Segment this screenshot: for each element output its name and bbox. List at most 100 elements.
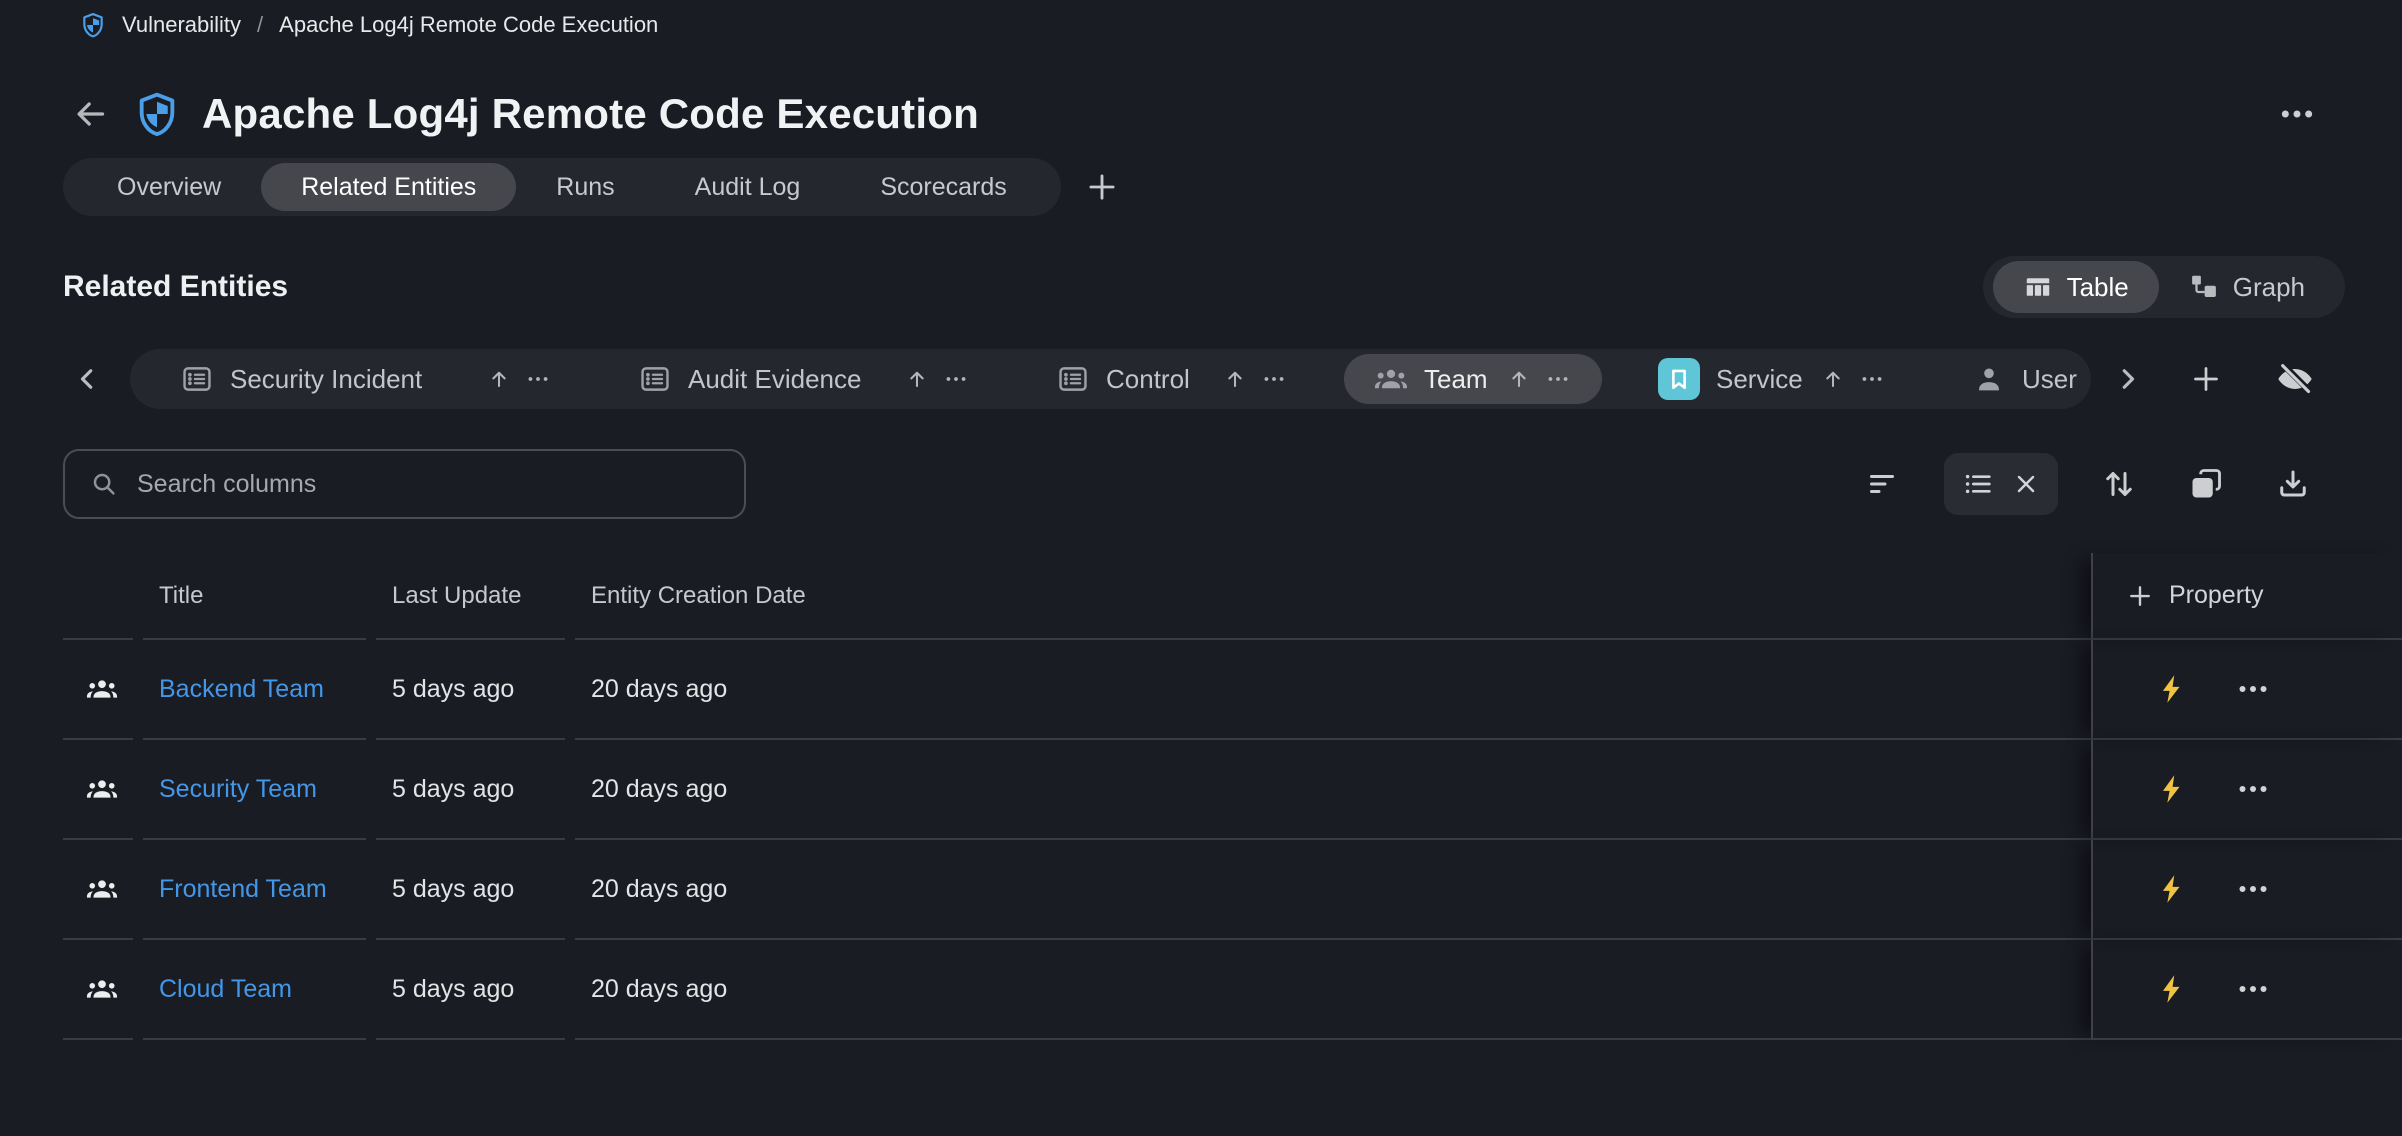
entity-link[interactable]: Cloud Team [159, 975, 292, 1004]
view-settings-control[interactable] [1944, 453, 2058, 515]
tab-label: Runs [556, 173, 614, 202]
bolt-icon[interactable] [2155, 872, 2189, 906]
entity-creation-date-value: 20 days ago [575, 940, 2091, 1040]
table-icon [2023, 272, 2053, 302]
entity-tab-control[interactable]: Control [1026, 354, 1318, 404]
groups-icon [86, 773, 118, 805]
related-entities-table: Title Last Update Entity Creation Date P… [0, 553, 2402, 1040]
breadcrumb-current[interactable]: Apache Log4j Remote Code Execution [279, 12, 658, 38]
ellipsis-icon[interactable] [1260, 365, 1288, 393]
ellipsis-icon[interactable] [1544, 365, 1572, 393]
ellipsis-icon[interactable] [1858, 365, 1886, 393]
graph-icon [2189, 272, 2219, 302]
entity-details-page: Vulnerability / Apache Log4j Remote Code… [0, 0, 2402, 1136]
tab-audit-log[interactable]: Audit Log [655, 163, 841, 211]
last-update-value: 5 days ago [376, 640, 565, 740]
tab-runs[interactable]: Runs [516, 163, 654, 211]
row-actions-cell [2091, 840, 2402, 940]
icon-column-header [63, 553, 133, 640]
groups-icon [86, 973, 118, 1005]
breadcrumb-parent[interactable]: Vulnerability [122, 12, 241, 38]
row-menu-kebab-icon[interactable] [2235, 771, 2271, 807]
entity-creation-date-value: 20 days ago [575, 640, 2091, 740]
view-toggle-table[interactable]: Table [1993, 261, 2159, 313]
arrow-up-icon[interactable] [1820, 366, 1846, 392]
sort-arrows-icon[interactable] [2101, 466, 2137, 502]
page-tabs: Overview Related Entities Runs Audit Log… [63, 158, 1121, 216]
arrow-up-icon[interactable] [1222, 366, 1248, 392]
column-header-title[interactable]: Title [143, 553, 366, 640]
add-property-button[interactable]: Property [2091, 553, 2402, 640]
person-icon [1972, 362, 2006, 396]
search-columns-input[interactable] [135, 469, 720, 500]
entity-link[interactable]: Backend Team [159, 675, 324, 704]
arrow-up-icon[interactable] [904, 366, 930, 392]
tab-label: Audit Log [695, 173, 801, 202]
entity-tab-label: User [2022, 364, 2077, 395]
table-row: Frontend Team 5 days ago 20 days ago [0, 840, 2402, 940]
eye-off-icon[interactable] [2275, 359, 2315, 399]
breadcrumb: Vulnerability / Apache Log4j Remote Code… [80, 12, 658, 38]
tab-scorecards[interactable]: Scorecards [840, 163, 1046, 211]
back-arrow-icon[interactable] [70, 94, 110, 134]
column-header-last-update[interactable]: Last Update [376, 553, 565, 640]
view-toggle: Table Graph [1983, 256, 2345, 318]
entity-creation-date-value: 20 days ago [575, 740, 2091, 840]
last-update-value: 5 days ago [376, 940, 565, 1040]
shield-icon [134, 91, 180, 137]
close-icon[interactable] [2012, 470, 2040, 498]
row-menu-kebab-icon[interactable] [2235, 671, 2271, 707]
entity-tab-label: Audit Evidence [688, 364, 888, 395]
page-menu-kebab-icon[interactable] [2277, 94, 2317, 134]
copy-icon[interactable] [2188, 466, 2224, 502]
view-toggle-label: Graph [2233, 272, 2305, 303]
entity-link[interactable]: Security Team [159, 775, 317, 804]
bolt-icon[interactable] [2155, 772, 2189, 806]
arrow-up-icon[interactable] [1506, 366, 1532, 392]
entity-tab-team[interactable]: Team [1344, 354, 1602, 404]
tab-related-entities[interactable]: Related Entities [261, 163, 516, 211]
list-alt-icon [638, 362, 672, 396]
search-columns-box[interactable] [63, 449, 746, 519]
entity-tab-label: Service [1716, 364, 1804, 395]
shield-icon [80, 12, 106, 38]
arrow-up-icon[interactable] [486, 366, 512, 392]
list-icon[interactable] [1962, 468, 1994, 500]
plus-icon [2125, 581, 2155, 611]
entity-creation-date-value: 20 days ago [575, 840, 2091, 940]
view-toggle-label: Table [2067, 272, 2129, 303]
entity-type-tabs: Security Incident Audit Evidence [130, 349, 2091, 409]
groups-icon [86, 873, 118, 905]
chevron-right-icon[interactable] [2110, 361, 2146, 397]
tab-overview[interactable]: Overview [77, 163, 261, 211]
bookmark-icon [1658, 358, 1700, 400]
entity-tab-label: Control [1106, 364, 1206, 395]
row-menu-kebab-icon[interactable] [2235, 871, 2271, 907]
entity-tab-audit-evidence[interactable]: Audit Evidence [608, 354, 1000, 404]
row-icon-cell [63, 740, 133, 840]
entity-tab-label: Team [1424, 364, 1490, 395]
entity-tab-service[interactable]: Service [1628, 354, 1916, 404]
column-header-entity-creation-date[interactable]: Entity Creation Date [575, 553, 2091, 640]
add-tab-plus-icon[interactable] [1083, 168, 1121, 206]
filter-icon[interactable] [1864, 466, 1900, 502]
add-entity-tab-plus-icon[interactable] [2188, 361, 2224, 397]
tab-label: Overview [117, 173, 221, 202]
ellipsis-icon[interactable] [942, 365, 970, 393]
row-icon-cell [63, 640, 133, 740]
entity-tab-security-incident[interactable]: Security Incident [150, 354, 582, 404]
view-toggle-graph[interactable]: Graph [2159, 261, 2335, 313]
chevron-left-icon[interactable] [69, 361, 105, 397]
entity-link[interactable]: Frontend Team [159, 875, 327, 904]
table-tools [1864, 453, 2311, 515]
search-icon [89, 469, 119, 499]
bolt-icon[interactable] [2155, 672, 2189, 706]
column-header-label: Entity Creation Date [591, 582, 806, 610]
download-icon[interactable] [2275, 466, 2311, 502]
bolt-icon[interactable] [2155, 972, 2189, 1006]
ellipsis-icon[interactable] [524, 365, 552, 393]
list-alt-icon [1056, 362, 1090, 396]
entity-tab-user[interactable]: User [1942, 354, 2091, 404]
page-tabs-track: Overview Related Entities Runs Audit Log… [63, 158, 1061, 216]
row-menu-kebab-icon[interactable] [2235, 971, 2271, 1007]
